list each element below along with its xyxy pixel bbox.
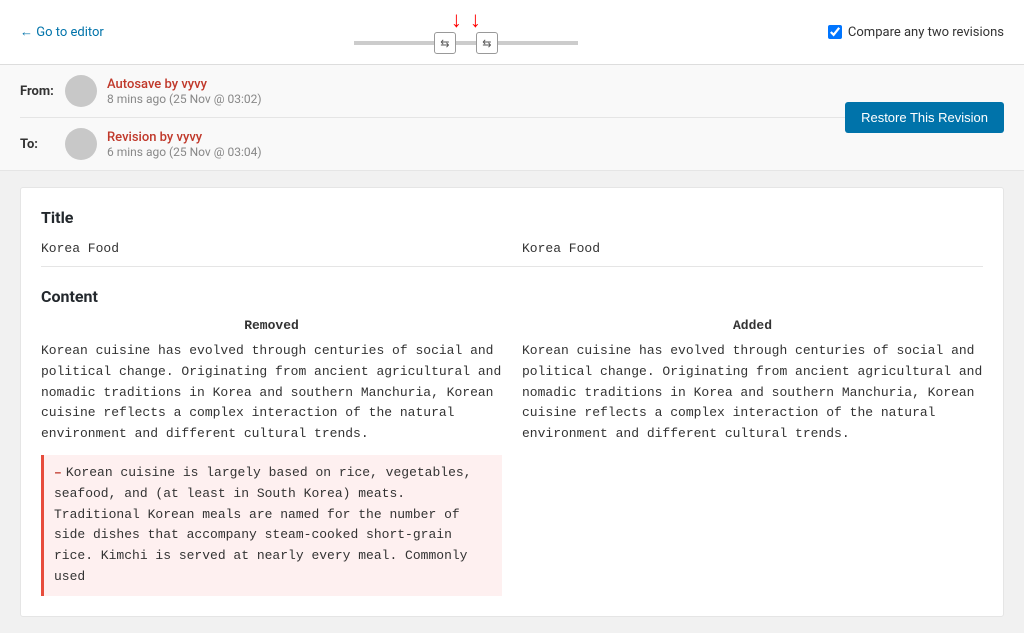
to-avatar [65, 128, 97, 160]
from-avatar [65, 75, 97, 107]
title-left: Korea Food [41, 241, 502, 256]
removed-header: Removed [41, 318, 502, 333]
revision-row-to: To: Revision by vyvy 6 mins ago (25 Nov … [20, 118, 845, 170]
added-paragraph: Korean cuisine has evolved through centu… [522, 341, 983, 445]
added-col: Added Korean cuisine has evolved through… [522, 318, 983, 596]
removed-col: Removed Korean cuisine has evolved throu… [41, 318, 502, 596]
to-info: Revision by vyvy 6 mins ago (25 Nov @ 03… [107, 130, 845, 159]
to-label: To: [20, 137, 65, 152]
main-content: Title Korea Food Korea Food Content Remo… [20, 187, 1004, 617]
revisions-bar: From: Autosave by vyvy 8 mins ago (25 No… [0, 65, 1024, 171]
revisions-from-to: From: Autosave by vyvy 8 mins ago (25 No… [20, 65, 845, 170]
from-author: Autosave by vyvy [107, 77, 845, 92]
compare-checkbox-area: Compare any two revisions [828, 25, 1004, 40]
content-section: Content Removed Korean cuisine has evolv… [41, 287, 983, 596]
title-section: Title Korea Food Korea Food [41, 208, 983, 267]
to-time: 6 mins ago (25 Nov @ 03:04) [107, 145, 845, 159]
compare-checkbox[interactable] [828, 25, 842, 39]
compare-label: Compare any two revisions [848, 25, 1004, 40]
from-time: 8 mins ago (25 Nov @ 03:02) [107, 92, 845, 106]
content-section-heading: Content [41, 287, 983, 306]
removed-paragraph: Korean cuisine has evolved through centu… [41, 341, 502, 445]
restore-button[interactable]: Restore This Revision [845, 102, 1004, 133]
slider-section: ↓ ↓ ⇆ ⇆ [354, 10, 578, 54]
slider-handle-right[interactable]: ⇆ [476, 32, 498, 54]
revision-row-from: From: Autosave by vyvy 8 mins ago (25 No… [20, 65, 845, 118]
arrow-right: ↓ [470, 10, 481, 32]
arrow-left: ↓ [451, 10, 462, 32]
to-author: Revision by vyvy [107, 130, 845, 145]
arrows-indicator: ↓ ↓ [451, 10, 481, 32]
track-right [498, 41, 578, 45]
from-info: Autosave by vyvy 8 mins ago (25 Nov @ 03… [107, 77, 845, 106]
slider-handle-left[interactable]: ⇆ [434, 32, 456, 54]
track-middle [456, 41, 476, 45]
slider-controls[interactable]: ⇆ ⇆ [354, 32, 578, 54]
title-right: Korea Food [522, 241, 983, 256]
title-diff-row: Korea Food Korea Food [41, 241, 983, 267]
title-section-heading: Title [41, 208, 983, 227]
removed-block: –Korean cuisine is largely based on rice… [41, 455, 502, 596]
track-left [354, 41, 434, 45]
removed-text: Korean cuisine is largely based on rice,… [54, 465, 471, 584]
removed-dash: – [54, 465, 62, 480]
top-bar: ← Go to editor ↓ ↓ ⇆ ⇆ Compare any two r… [0, 0, 1024, 65]
from-label: From: [20, 84, 65, 99]
content-diff-cols: Removed Korean cuisine has evolved throu… [41, 318, 983, 596]
added-header: Added [522, 318, 983, 333]
go-to-editor-link[interactable]: ← Go to editor [20, 24, 104, 40]
revisions-list: From: Autosave by vyvy 8 mins ago (25 No… [20, 65, 845, 170]
